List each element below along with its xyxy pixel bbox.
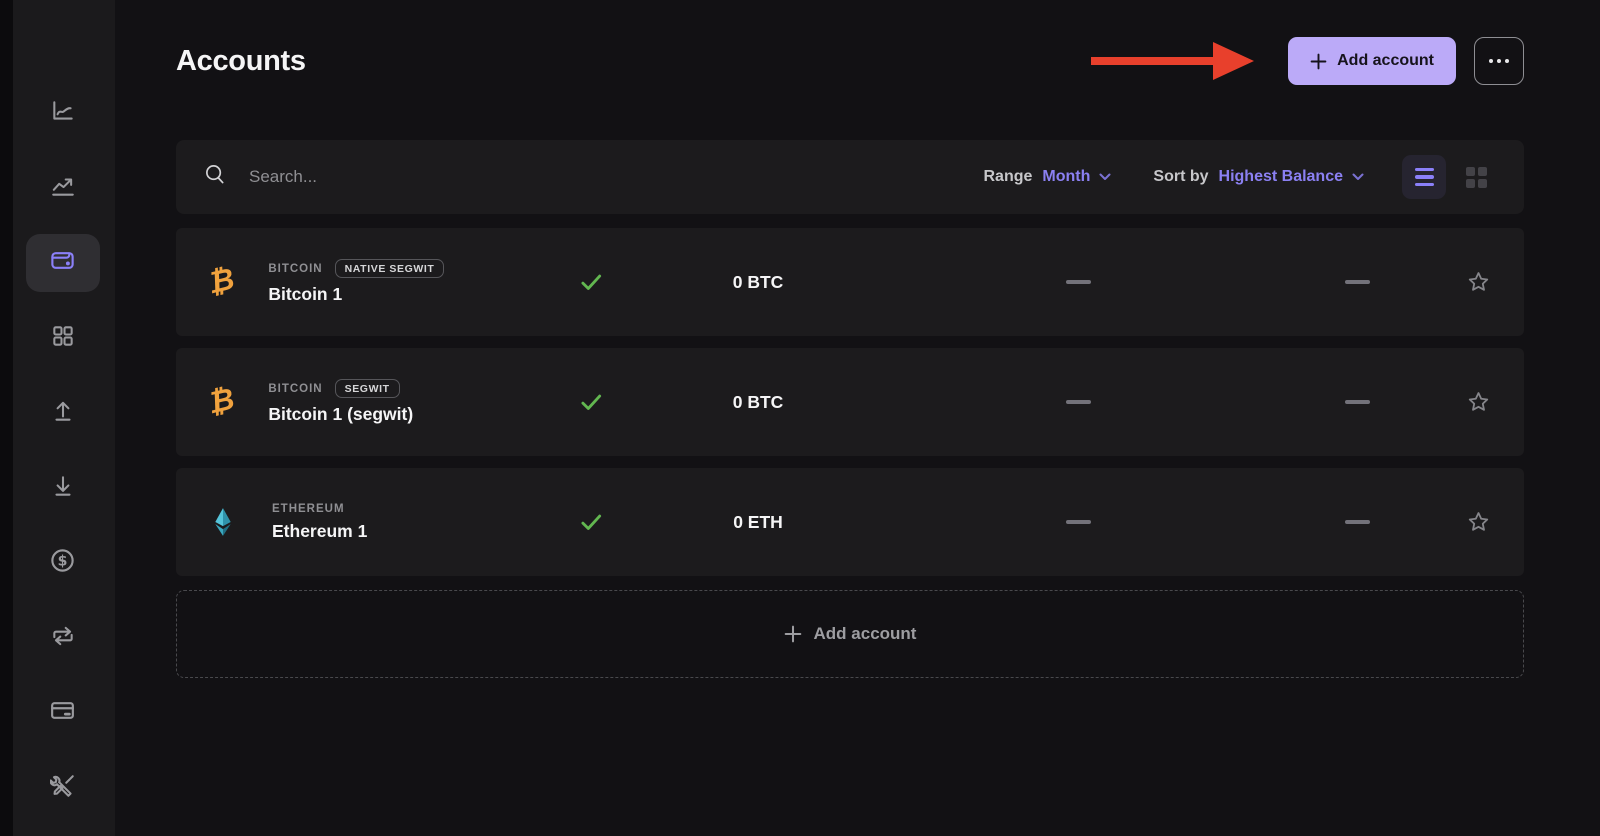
sidebar-item-market[interactable] <box>26 159 100 217</box>
address-type-badge: SEGWIT <box>335 379 400 398</box>
check-icon <box>578 269 604 295</box>
search-area <box>204 163 984 191</box>
star-icon[interactable] <box>1465 509 1492 536</box>
swap-arrows-icon <box>50 623 76 654</box>
range-dropdown[interactable]: Month <box>1042 168 1111 186</box>
sidebar-item-portfolio[interactable] <box>26 84 100 142</box>
sidebar-item-swap[interactable] <box>26 609 100 667</box>
add-account-placeholder-button[interactable]: Add account <box>176 590 1524 678</box>
list-view-icon <box>1415 168 1434 187</box>
grid-view-toggle[interactable] <box>1454 155 1498 199</box>
search-icon <box>204 163 227 191</box>
page-header: Accounts Add account <box>176 36 1524 86</box>
check-icon <box>578 389 604 415</box>
currency-label: BITCOIN <box>268 383 322 395</box>
sort-label: Sort by <box>1153 168 1208 186</box>
account-balance: 0 BTC <box>683 392 833 413</box>
dollar-circle-icon: $ <box>49 547 76 579</box>
countervalue-placeholder <box>833 400 1113 405</box>
bitcoin-icon: ₿ <box>205 264 237 299</box>
currency-label: ETHEREUM <box>272 503 345 515</box>
sync-status <box>498 269 683 295</box>
ellipsis-icon <box>1489 59 1510 64</box>
account-name: Bitcoin 1 (segwit) <box>268 404 413 425</box>
account-name: Ethereum 1 <box>272 521 367 542</box>
account-row-ethereum-1[interactable]: ETHEREUM Ethereum 1 0 ETH <box>176 468 1524 576</box>
receive-arrow-down-icon <box>50 473 76 504</box>
sync-status <box>498 389 683 415</box>
account-row-bitcoin-1[interactable]: ₿ BITCOIN NATIVE SEGWIT Bitcoin 1 0 BTC <box>176 228 1524 336</box>
sidebar: $ <box>0 0 115 836</box>
account-balance: 0 ETH <box>683 512 833 533</box>
countervalue-placeholder <box>833 520 1113 525</box>
range-label: Range <box>984 168 1033 186</box>
account-info: ETHEREUM Ethereum 1 <box>208 503 498 542</box>
star-icon[interactable] <box>1465 269 1492 296</box>
accounts-list: ₿ BITCOIN NATIVE SEGWIT Bitcoin 1 0 BTC <box>176 228 1524 576</box>
more-options-button[interactable] <box>1474 37 1524 85</box>
chevron-down-icon <box>1099 173 1111 181</box>
list-view-toggle[interactable] <box>1402 155 1446 199</box>
grid-view-icon <box>1466 167 1487 188</box>
page-title: Accounts <box>176 45 306 78</box>
chevron-down-icon <box>1352 173 1364 181</box>
change-placeholder <box>1113 520 1459 525</box>
sidebar-item-card[interactable] <box>26 684 100 742</box>
portfolio-chart-icon <box>50 98 76 129</box>
star-cell <box>1458 389 1492 416</box>
sort-dropdown[interactable]: Highest Balance <box>1219 168 1364 186</box>
sort-value: Highest Balance <box>1219 168 1343 186</box>
account-row-bitcoin-1-segwit[interactable]: ₿ BITCOIN SEGWIT Bitcoin 1 (segwit) 0 BT… <box>176 348 1524 456</box>
send-arrow-up-icon <box>50 398 76 429</box>
header-actions: Add account <box>1091 37 1524 85</box>
credit-card-icon <box>49 697 76 729</box>
add-account-button[interactable]: Add account <box>1288 37 1456 85</box>
search-input[interactable] <box>249 167 669 187</box>
sidebar-item-buy-sell[interactable]: $ <box>26 534 100 592</box>
currency-label: BITCOIN <box>268 263 322 275</box>
range-value: Month <box>1042 168 1090 186</box>
account-info: ₿ BITCOIN SEGWIT Bitcoin 1 (segwit) <box>208 379 498 425</box>
sidebar-item-discover[interactable] <box>26 309 100 367</box>
market-trend-icon <box>50 173 76 204</box>
account-info: ₿ BITCOIN NATIVE SEGWIT Bitcoin 1 <box>208 259 498 305</box>
account-balance: 0 BTC <box>683 272 833 293</box>
plus-icon <box>1310 53 1327 70</box>
accounts-toolbar: Range Month Sort by Highest Balance <box>176 140 1524 214</box>
tools-icon <box>50 773 76 804</box>
countervalue-placeholder <box>833 280 1113 285</box>
svg-text:$: $ <box>58 553 68 569</box>
sidebar-item-tools[interactable] <box>26 759 100 817</box>
main-content: Accounts Add account Range Mont <box>115 0 1600 836</box>
add-account-button-label: Add account <box>1337 52 1434 70</box>
sync-status <box>498 509 683 535</box>
ethereum-icon <box>208 507 238 537</box>
check-icon <box>578 509 604 535</box>
address-type-badge: NATIVE SEGWIT <box>335 259 445 278</box>
sidebar-item-accounts[interactable] <box>26 234 100 292</box>
change-placeholder <box>1113 280 1459 285</box>
view-toggles <box>1402 155 1498 199</box>
account-name: Bitcoin 1 <box>268 284 444 305</box>
sidebar-item-send[interactable] <box>26 384 100 442</box>
star-cell <box>1458 269 1492 296</box>
sidebar-item-receive[interactable] <box>26 459 100 517</box>
star-icon[interactable] <box>1465 389 1492 416</box>
plus-icon <box>784 625 802 643</box>
filter-controls: Range Month Sort by Highest Balance <box>984 155 1499 199</box>
grid-apps-icon <box>50 323 76 354</box>
add-account-placeholder-label: Add account <box>814 624 917 644</box>
wallet-icon <box>49 247 76 279</box>
red-arrow-icon <box>1091 41 1256 81</box>
change-placeholder <box>1113 400 1459 405</box>
star-cell <box>1458 509 1492 536</box>
bitcoin-icon: ₿ <box>205 384 237 419</box>
